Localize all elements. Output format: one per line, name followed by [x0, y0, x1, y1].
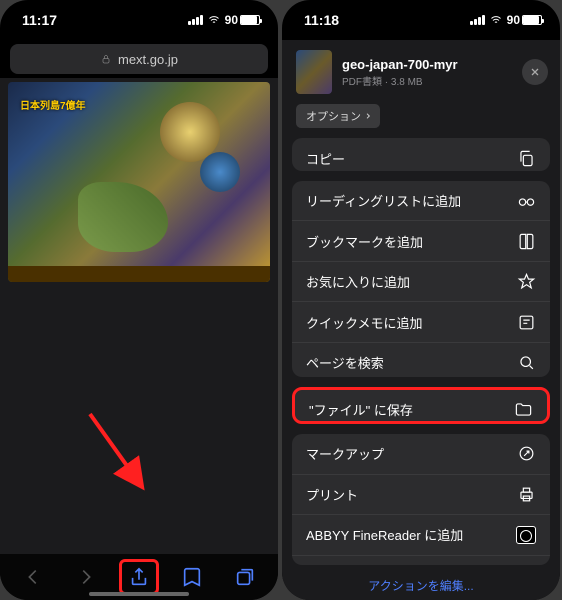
tabs-button[interactable]	[225, 559, 265, 595]
search-icon	[517, 353, 536, 372]
lock-icon	[100, 53, 112, 65]
action-bookmark[interactable]: ブックマークを追加	[292, 221, 550, 262]
action-label: リーディングリストに追加	[306, 191, 461, 210]
edit-actions-link[interactable]: アクションを編集...	[282, 575, 560, 600]
document-subtitle: PDF書類 · 3.8 MB	[342, 73, 512, 88]
action-label: ABBYY FineReader に追加	[306, 525, 463, 544]
options-label: オプション	[306, 108, 361, 124]
left-phone-safari: 11:17 90 mext.go.jp 日本列島7億年	[0, 0, 278, 600]
star-icon	[517, 272, 536, 291]
status-time: 11:17	[22, 12, 57, 28]
folder-icon	[514, 400, 533, 419]
back-button[interactable]	[13, 559, 53, 595]
annotation-arrow	[80, 404, 160, 494]
close-button[interactable]	[522, 59, 548, 85]
sheet-header: geo-japan-700-myr PDF書類 · 3.8 MB	[282, 40, 560, 98]
battery-percent: 90	[507, 13, 520, 27]
page-banner-text: 日本列島7億年	[20, 97, 86, 112]
right-phone-share-sheet: 11:18 90 geo-japan-700-myr PDF書類 · 3.8 M…	[282, 0, 560, 600]
action-abbyy[interactable]: ABBYY FineReader に追加	[292, 515, 550, 556]
share-button[interactable]	[119, 559, 159, 595]
action-print[interactable]: プリント	[292, 475, 550, 516]
action-label: プリント	[306, 485, 358, 504]
action-dropbox[interactable]: Dropbox に保存 ⩚	[292, 556, 550, 566]
action-quicknote[interactable]: クイックメモに追加	[292, 302, 550, 343]
document-thumbnail	[296, 50, 332, 94]
copy-icon	[517, 149, 536, 168]
action-markup[interactable]: マークアップ	[292, 434, 550, 475]
action-label: "ファイル" に保存	[309, 400, 413, 419]
wifi-icon	[489, 14, 503, 26]
printer-icon	[517, 485, 536, 504]
options-button[interactable]: オプション	[296, 104, 380, 128]
action-label: ブックマークを追加	[306, 232, 423, 251]
forward-button[interactable]	[66, 559, 106, 595]
action-find[interactable]: ページを検索	[292, 343, 550, 378]
wifi-icon	[207, 14, 221, 26]
home-indicator[interactable]	[89, 592, 189, 596]
action-label: ページを検索	[306, 353, 384, 372]
share-sheet: geo-japan-700-myr PDF書類 · 3.8 MB オプション コ…	[282, 40, 560, 600]
glasses-icon	[517, 191, 536, 210]
battery-indicator: 90	[225, 13, 260, 27]
status-indicators: 90	[188, 13, 260, 27]
battery-indicator: 90	[507, 13, 542, 27]
url-text: mext.go.jp	[118, 52, 178, 67]
action-label: お気に入りに追加	[306, 272, 410, 291]
action-copy[interactable]: コピー	[292, 138, 550, 171]
action-label: クイックメモに追加	[306, 313, 422, 332]
note-icon	[517, 313, 536, 332]
address-bar[interactable]: mext.go.jp	[10, 44, 268, 74]
status-time: 11:18	[304, 12, 339, 28]
status-bar: 11:18 90	[282, 0, 560, 40]
abbyy-icon	[516, 526, 536, 544]
web-content[interactable]: 日本列島7億年	[0, 78, 278, 554]
action-save-to-files[interactable]: "ファイル" に保存	[295, 390, 547, 424]
book-icon	[517, 232, 536, 251]
bookmarks-button[interactable]	[172, 559, 212, 595]
chevron-right-icon	[364, 112, 372, 120]
cellular-icon	[470, 15, 485, 25]
battery-percent: 90	[225, 13, 238, 27]
document-title: geo-japan-700-myr	[342, 57, 512, 72]
action-label: コピー	[306, 149, 345, 168]
action-label: マークアップ	[306, 444, 384, 463]
action-favorite[interactable]: お気に入りに追加	[292, 262, 550, 303]
status-indicators: 90	[470, 13, 542, 27]
cellular-icon	[188, 15, 203, 25]
status-bar: 11:17 90	[0, 0, 278, 40]
action-reading-list[interactable]: リーディングリストに追加	[292, 181, 550, 222]
markup-icon	[517, 444, 536, 463]
webpage-preview: 日本列島7億年	[8, 82, 270, 282]
close-icon	[529, 66, 541, 78]
